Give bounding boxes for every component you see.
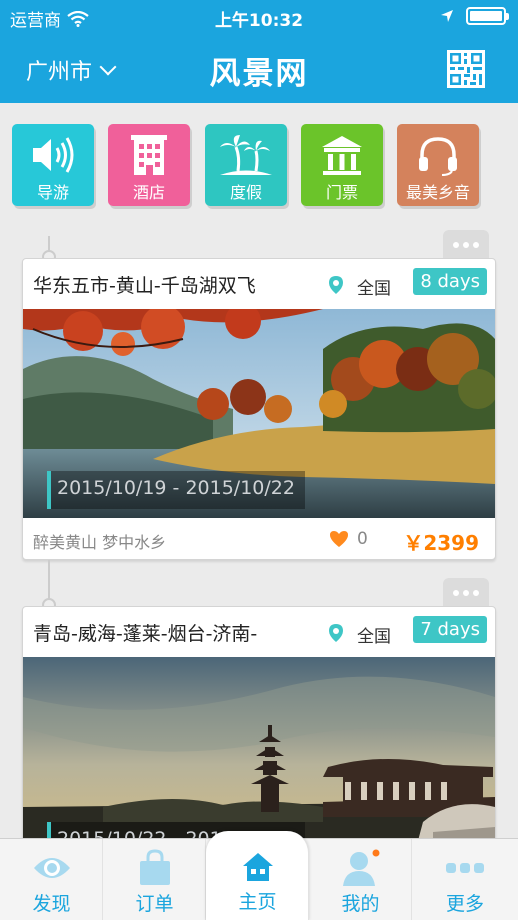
tab-orders[interactable]: 订单 — [103, 839, 206, 920]
tab-home[interactable]: 主页 — [206, 831, 309, 920]
tab-bar: 发现 订单 主页 我的 更多 — [0, 831, 518, 920]
heart-icon — [330, 531, 348, 547]
building-icon — [131, 135, 167, 175]
speaker-icon — [33, 137, 74, 173]
duration-badge: 8 days — [413, 268, 487, 295]
category-vacation[interactable]: 度假 — [205, 124, 287, 206]
category-label: 酒店 — [132, 183, 165, 202]
location-pin-icon — [329, 624, 343, 642]
like-button[interactable]: 0 — [329, 529, 368, 549]
tour-photo: 2015/10/19 - 2015/10/22 — [23, 309, 495, 518]
bag-icon — [139, 849, 170, 885]
location-pin-icon — [329, 276, 343, 294]
tab-discover[interactable]: 发现 — [0, 839, 103, 920]
category-label: 门票 — [325, 183, 358, 202]
category-guide[interactable]: 导游 — [12, 124, 94, 206]
date-range: 2015/10/19 - 2015/10/22 — [47, 471, 305, 509]
status-bar: 运营商 上午10:32 — [0, 0, 518, 34]
home-icon — [242, 853, 273, 881]
tab-mine[interactable]: 我的 — [309, 839, 412, 920]
headphones-icon — [419, 137, 457, 176]
palm-tree-icon — [220, 135, 272, 175]
header: 运营商 上午10:32 广州市 风景网 — [0, 0, 518, 103]
duration-badge: 7 days — [413, 616, 487, 643]
like-count: 0 — [357, 529, 368, 549]
category-hotel[interactable]: 酒店 — [108, 124, 190, 206]
nav-bar: 广州市 风景网 — [0, 34, 518, 103]
category-label: 导游 — [36, 183, 69, 202]
tour-card[interactable]: 华东五市-黄山-千岛湖双飞 全国 8 days 2015/10/19 - 201… — [22, 258, 496, 560]
battery-icon — [466, 7, 509, 25]
tour-title: 青岛-威海-蓬莱-烟台-济南- — [33, 623, 258, 645]
tour-title: 华东五市-黄山-千岛湖双飞 — [33, 275, 256, 297]
more-options-button[interactable] — [443, 230, 489, 260]
tab-more[interactable]: 更多 — [412, 839, 518, 920]
page-title: 风景网 — [209, 56, 309, 92]
more-options-button[interactable] — [443, 578, 489, 608]
tab-label: 发现 — [32, 893, 71, 915]
tab-label: 更多 — [445, 893, 484, 915]
category-label: 最美乡音 — [405, 183, 470, 202]
tour-tagline: 醉美黄山 梦中水乡 — [33, 533, 167, 552]
category-label: 度假 — [229, 183, 262, 202]
tab-label: 订单 — [135, 893, 174, 915]
qr-code-icon[interactable] — [447, 50, 485, 88]
tour-region: 全国 — [357, 627, 391, 647]
tour-region: 全国 — [357, 279, 391, 299]
more-icon — [446, 863, 484, 873]
tab-label: 我的 — [341, 893, 380, 915]
category-row: 导游 酒店 度假 门票 最美乡音 — [12, 124, 506, 206]
location-arrow-icon — [441, 10, 453, 22]
user-icon — [342, 849, 379, 886]
temple-icon — [322, 136, 362, 175]
tab-label: 主页 — [238, 891, 277, 913]
category-hometown-sounds[interactable]: 最美乡音 — [397, 124, 479, 206]
eye-icon — [33, 858, 70, 878]
category-tickets[interactable]: 门票 — [301, 124, 383, 206]
price: ￥2399 — [403, 531, 479, 555]
